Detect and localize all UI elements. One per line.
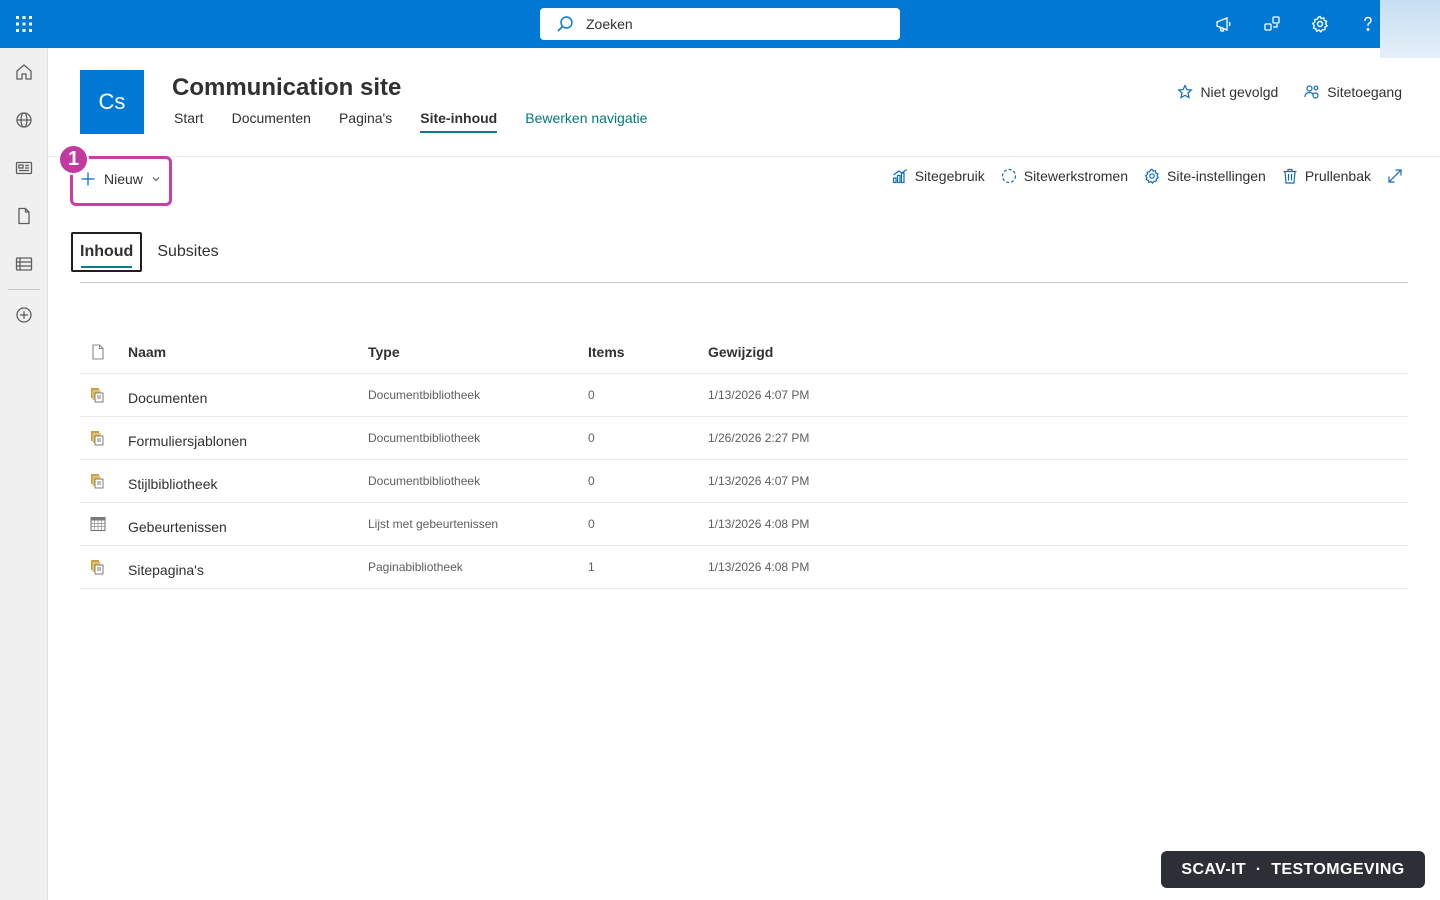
environment-badge: SCAV-IT · TESTOMGEVING bbox=[1161, 851, 1425, 888]
library-icon bbox=[80, 473, 128, 489]
site-settings-label: Site-instellingen bbox=[1167, 168, 1266, 184]
row-modified: 1/26/2026 2:27 PM bbox=[708, 430, 810, 445]
nav-item-site-inhoud[interactable]: Site-inhoud bbox=[406, 104, 511, 134]
site-usage-button[interactable]: Sitegebruik bbox=[892, 168, 985, 184]
app-bar bbox=[0, 48, 48, 900]
add-circle-icon[interactable] bbox=[0, 291, 48, 339]
nav-item-start[interactable]: Start bbox=[160, 104, 218, 134]
site-workflows-button[interactable]: Sitewerkstromen bbox=[1001, 168, 1128, 184]
suite-bar bbox=[0, 0, 1440, 58]
workflow-icon bbox=[1001, 168, 1016, 184]
site-title[interactable]: Communication site bbox=[172, 74, 401, 102]
news-icon[interactable] bbox=[0, 144, 48, 192]
site-access-label: Sitetoegang bbox=[1327, 84, 1402, 100]
search-icon bbox=[557, 16, 573, 32]
site-access-button[interactable]: Sitetoegang bbox=[1304, 84, 1402, 100]
profile-avatar[interactable] bbox=[1380, 0, 1440, 58]
expand-icon[interactable] bbox=[1387, 168, 1410, 184]
site-workflows-label: Sitewerkstromen bbox=[1023, 168, 1128, 184]
row-modified: 1/13/2026 4:08 PM bbox=[708, 516, 810, 531]
row-name[interactable]: Formuliersjablonen bbox=[128, 427, 368, 449]
row-name[interactable]: Sitepagina's bbox=[128, 556, 368, 578]
library-icon bbox=[80, 430, 128, 446]
recycle-bin-label: Prullenbak bbox=[1304, 168, 1371, 184]
row-name[interactable]: Documenten bbox=[128, 384, 368, 406]
site-navigation: Start Documenten Pagina's Site-inhoud Be… bbox=[160, 104, 661, 134]
share-icon[interactable] bbox=[1248, 0, 1296, 48]
recycle-bin-button[interactable]: Prullenbak bbox=[1282, 168, 1371, 184]
row-type: Documentbibliotheek bbox=[368, 473, 481, 488]
home-icon[interactable] bbox=[0, 48, 48, 96]
app-launcher-icon[interactable] bbox=[0, 0, 48, 48]
table-header: Naam Type Items Gewijzigd bbox=[80, 330, 1408, 374]
row-items: 0 bbox=[588, 473, 595, 488]
gear-icon bbox=[1144, 168, 1160, 184]
row-modified: 1/13/2026 4:08 PM bbox=[708, 559, 810, 574]
row-items: 0 bbox=[588, 516, 595, 531]
header-divider bbox=[48, 156, 1440, 157]
edit-navigation-link[interactable]: Bewerken navigatie bbox=[511, 104, 661, 134]
row-name[interactable]: Stijlbibliotheek bbox=[128, 470, 368, 492]
table-row[interactable]: Gebeurtenissen Lijst met gebeurtenissen … bbox=[80, 503, 1408, 546]
file-type-header-icon[interactable] bbox=[80, 343, 128, 360]
tabs-divider bbox=[80, 282, 1408, 283]
site-settings-button[interactable]: Site-instellingen bbox=[1144, 168, 1266, 184]
star-icon bbox=[1177, 84, 1194, 99]
table-row[interactable]: Documenten Documentbibliotheek 0 1/13/20… bbox=[80, 374, 1408, 417]
row-type: Paginabibliotheek bbox=[368, 559, 463, 574]
globe-icon[interactable] bbox=[0, 96, 48, 144]
nav-item-paginas[interactable]: Pagina's bbox=[325, 104, 406, 134]
nav-item-documenten[interactable]: Documenten bbox=[218, 104, 325, 134]
table-row[interactable]: Sitepagina's Paginabibliotheek 1 1/13/20… bbox=[80, 546, 1408, 589]
tab-subsites[interactable]: Subsites bbox=[149, 232, 226, 272]
search-input[interactable] bbox=[586, 16, 900, 32]
row-type: Documentbibliotheek bbox=[368, 430, 481, 445]
row-type: Documentbibliotheek bbox=[368, 387, 481, 402]
library-icon bbox=[80, 387, 128, 403]
header-modified[interactable]: Gewijzigd bbox=[708, 344, 908, 360]
people-key-icon bbox=[1304, 85, 1319, 99]
site-usage-label: Sitegebruik bbox=[914, 168, 985, 184]
trash-icon bbox=[1283, 168, 1297, 184]
list-icon[interactable] bbox=[0, 240, 48, 288]
header-items[interactable]: Items bbox=[588, 344, 708, 360]
row-name[interactable]: Gebeurtenissen bbox=[128, 513, 368, 535]
calendar-list-icon bbox=[80, 516, 128, 532]
row-items: 0 bbox=[588, 387, 595, 402]
gear-icon[interactable] bbox=[1296, 0, 1344, 48]
row-type: Lijst met gebeurtenissen bbox=[368, 516, 499, 531]
appbar-divider bbox=[8, 289, 40, 290]
site-contents-table: Naam Type Items Gewijzigd Documenten Doc… bbox=[80, 330, 1408, 589]
search-box[interactable] bbox=[540, 8, 900, 40]
header-type[interactable]: Type bbox=[368, 344, 588, 360]
header-name[interactable]: Naam bbox=[128, 344, 368, 360]
chart-icon bbox=[892, 169, 907, 184]
document-icon[interactable] bbox=[0, 192, 48, 240]
site-logo[interactable]: Cs bbox=[80, 70, 144, 134]
table-row[interactable]: Formuliersjablonen Documentbibliotheek 0… bbox=[80, 417, 1408, 460]
megaphone-icon[interactable] bbox=[1200, 0, 1248, 48]
follow-button[interactable]: Niet gevolgd bbox=[1177, 84, 1278, 100]
table-row[interactable]: Stijlbibliotheek Documentbibliotheek 0 1… bbox=[80, 460, 1408, 503]
row-modified: 1/13/2026 4:07 PM bbox=[708, 387, 810, 402]
content-tabs: Inhoud Subsites bbox=[71, 232, 227, 272]
row-items: 1 bbox=[588, 559, 595, 574]
tutorial-step-badge: 1 bbox=[58, 144, 89, 175]
tab-inhoud[interactable]: Inhoud bbox=[71, 232, 143, 272]
row-items: 0 bbox=[588, 430, 595, 445]
library-icon bbox=[80, 559, 128, 575]
follow-label: Niet gevolgd bbox=[1200, 84, 1279, 100]
row-modified: 1/13/2026 4:07 PM bbox=[708, 473, 810, 488]
